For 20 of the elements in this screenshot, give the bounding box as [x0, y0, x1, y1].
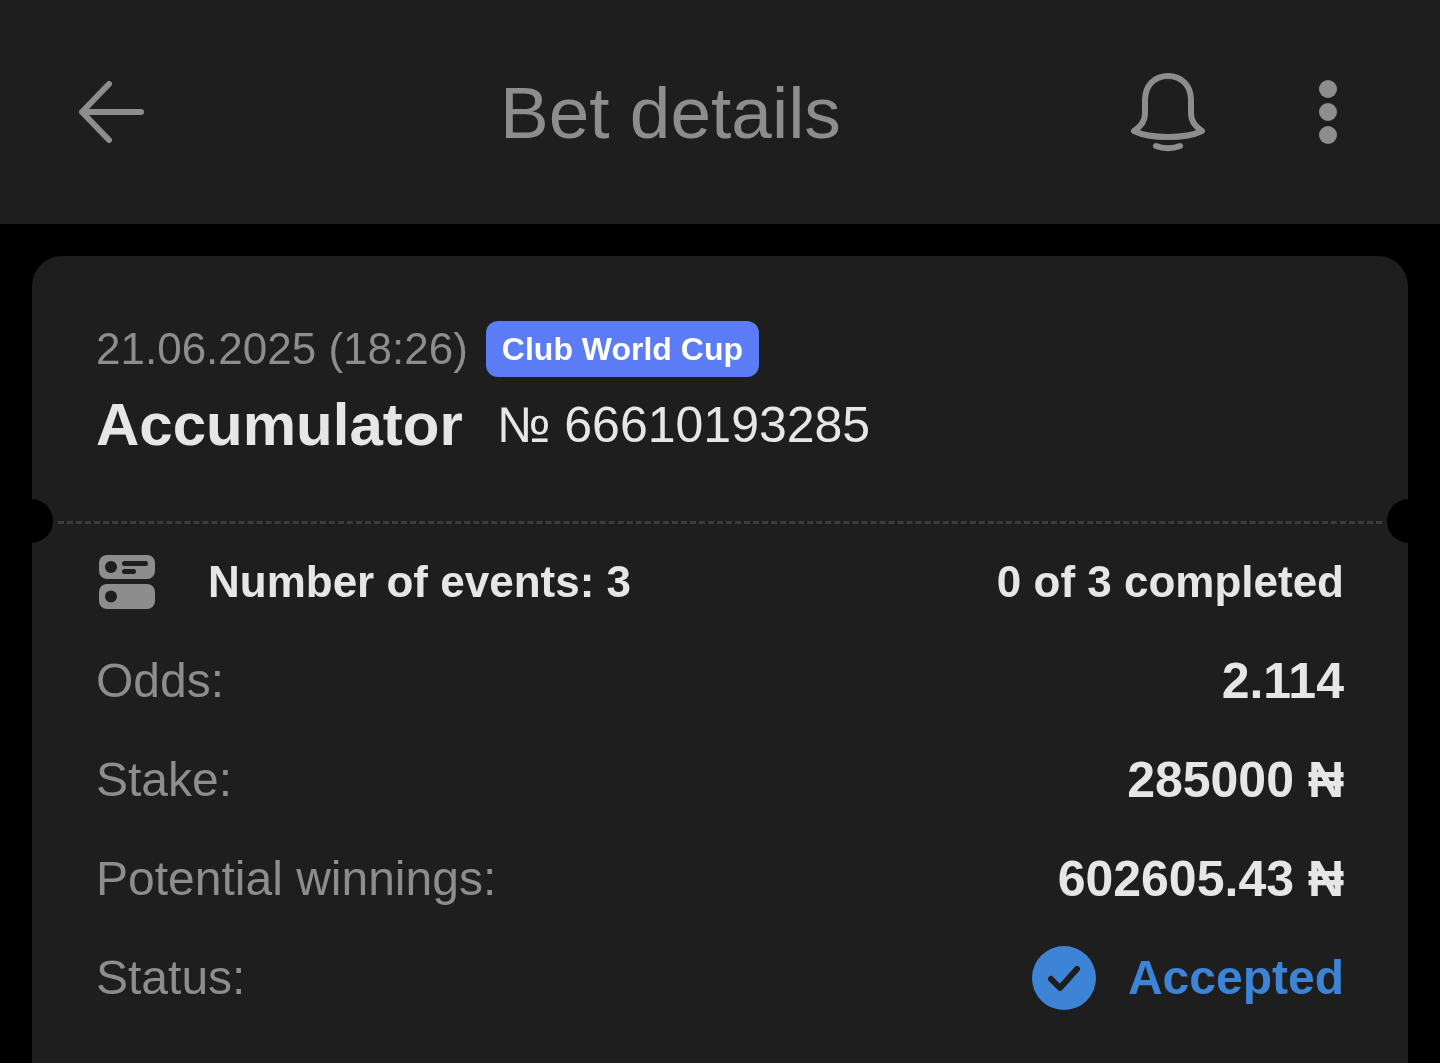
status-value: Accepted — [1127, 953, 1344, 1002]
page-title: Bet details — [500, 75, 841, 149]
detail-label: Odds: — [96, 656, 225, 705]
events-count: Number of events: 3 — [208, 559, 631, 604]
detail-value: 2.114 — [1221, 655, 1344, 706]
events-list-icon — [99, 554, 155, 609]
bet-date: 21.06.2025 (18:26) — [96, 327, 468, 371]
detail-value: 285000 ₦ — [1127, 754, 1344, 805]
detail-value: 602605.43 ₦ — [1057, 853, 1344, 904]
detail-label: Status: — [96, 953, 246, 1002]
check-circle-icon — [1031, 945, 1096, 1010]
completed-events-text: 0 of 3 completed — [996, 559, 1344, 604]
bet-type: Accumulator — [96, 395, 463, 455]
tournament-tag: Club World Cup — [485, 321, 759, 377]
bet-number: № 66610193285 — [496, 400, 871, 450]
back-arrow-icon[interactable] — [78, 81, 144, 143]
more-options-icon[interactable] — [1318, 79, 1338, 145]
detail-label: Potential winnings: — [96, 854, 497, 903]
bell-icon[interactable] — [1130, 72, 1206, 152]
detail-label: Stake: — [96, 755, 233, 804]
